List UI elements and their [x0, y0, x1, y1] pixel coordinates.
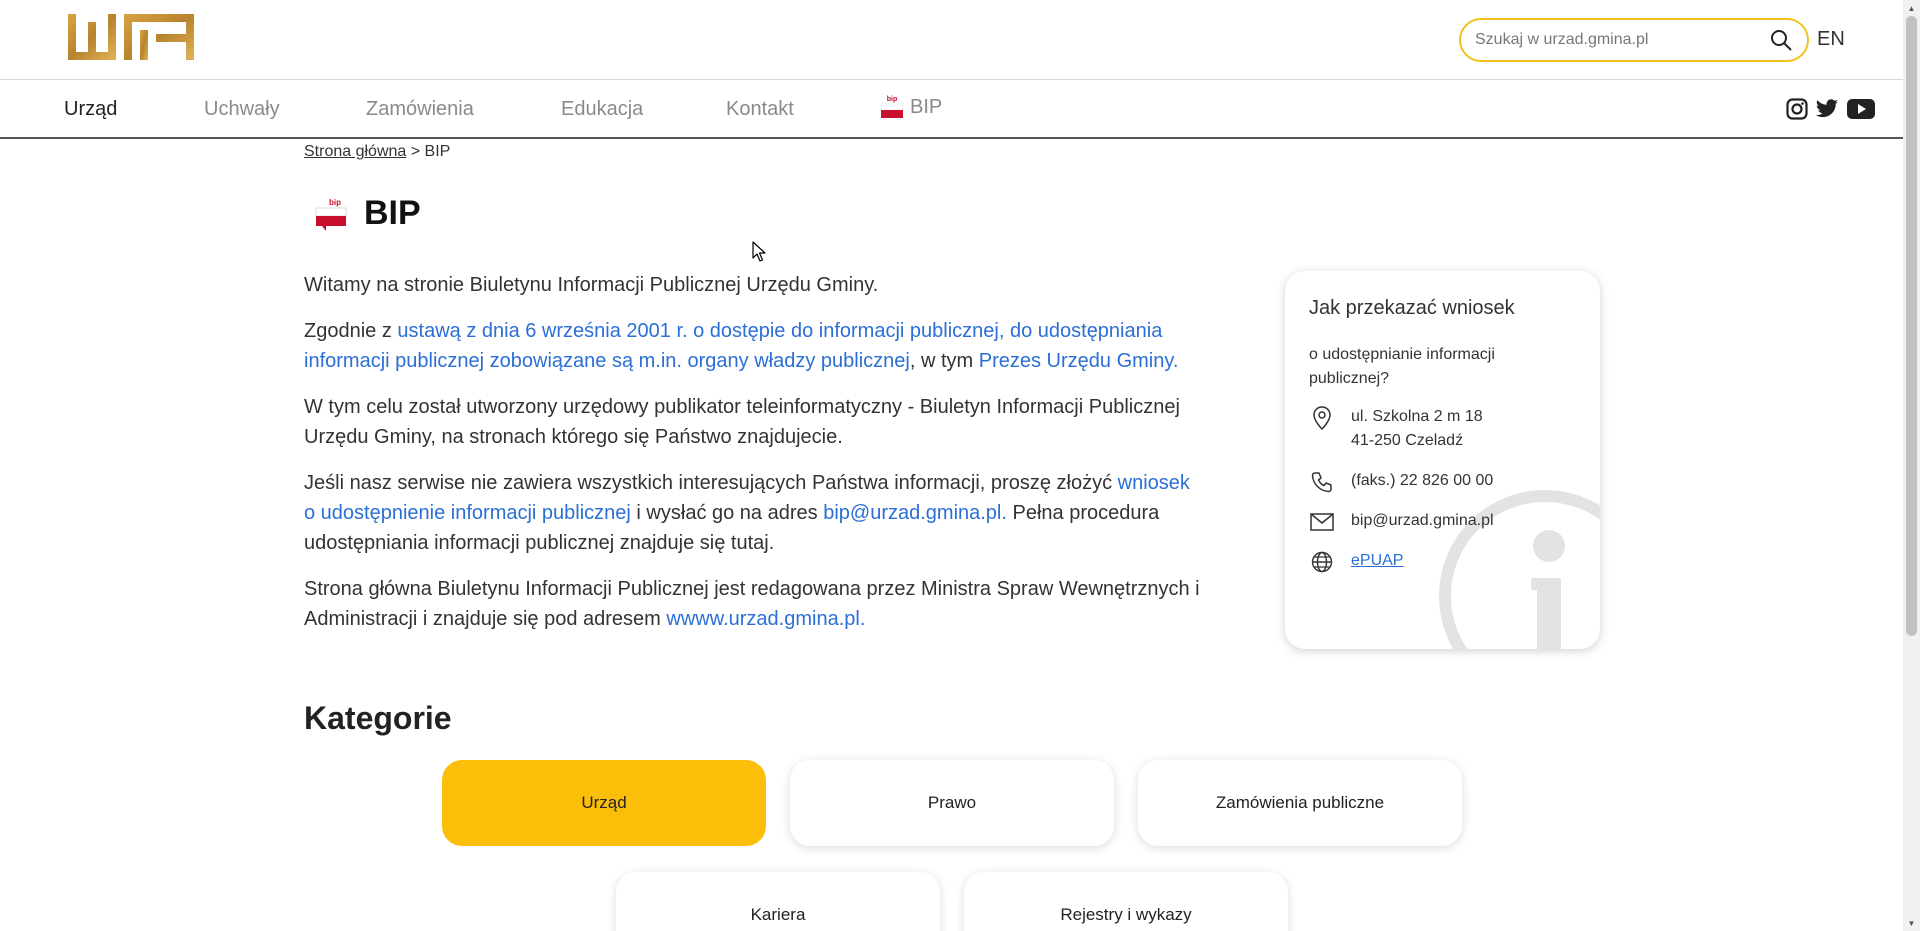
- youtube-icon[interactable]: [1846, 96, 1876, 122]
- search-box: [1459, 18, 1809, 62]
- site-logo[interactable]: [66, 12, 196, 62]
- page-header: bip BIP: [314, 194, 423, 233]
- phone-icon: [1309, 469, 1335, 495]
- epuap-row: ePUAP: [1309, 549, 1403, 575]
- mail-icon: [1309, 509, 1335, 535]
- search-icon[interactable]: [1767, 26, 1795, 54]
- intro-paragraph-1: Witamy na stronie Biuletynu Informacji P…: [304, 274, 879, 296]
- intro-paragraph-3: W tym celu został utworzony urzędowy pub…: [304, 396, 1180, 448]
- svg-text:bip: bip: [887, 96, 898, 103]
- intro-paragraph-2: Zgodnie z ustawą z dnia 6 września 2001 …: [304, 316, 1204, 376]
- top-header: EN: [0, 0, 1903, 80]
- address-line-2: 41-250 Czeladź: [1351, 432, 1464, 449]
- breadcrumb-separator: >: [410, 143, 421, 160]
- language-switch[interactable]: EN: [1817, 28, 1845, 51]
- location-pin-icon: [1309, 405, 1335, 431]
- intro-paragraph-4: Jeśli nasz serwise nie zawiera wszystkic…: [304, 468, 1204, 558]
- category-kariera[interactable]: Kariera: [616, 872, 940, 931]
- nav-item-label: BIP: [910, 95, 943, 118]
- card-title: Jak przekazać wniosek: [1309, 297, 1515, 319]
- scroll-down-icon[interactable]: ▼: [1906, 917, 1917, 929]
- globe-icon: [1309, 549, 1335, 575]
- nav-item-urzad[interactable]: Urząd: [64, 98, 117, 121]
- intro-paragraph-5: Strona główna Biuletynu Informacji Publi…: [304, 574, 1204, 634]
- website-link[interactable]: wwww.urzad.gmina.pl.: [666, 608, 865, 630]
- fax-row: (faks.) 22 826 00 00: [1309, 469, 1493, 495]
- email-link[interactable]: bip@urzad.gmina.pl.: [823, 502, 1007, 524]
- address-line-1: ul. Szkolna 2 m 18: [1351, 408, 1483, 425]
- category-zamowienia-publiczne[interactable]: Zamówienia publiczne: [1138, 760, 1462, 846]
- twitter-icon[interactable]: [1814, 96, 1840, 122]
- nav-item-uchwaly[interactable]: Uchwały: [204, 98, 280, 121]
- breadcrumb: Strona główna > BIP: [304, 143, 450, 161]
- category-urzad[interactable]: Urząd: [442, 760, 766, 846]
- bip-logo-icon: bip: [315, 198, 347, 231]
- card-subtitle: o udostępnianie informacji publicznej?: [1309, 346, 1495, 387]
- text-span: Zgodnie z: [304, 320, 398, 342]
- bip-flag-icon: bip: [880, 96, 904, 118]
- categories-title: Kategorie: [304, 700, 452, 736]
- category-rejestry[interactable]: Rejestry i wykazy: [964, 872, 1288, 931]
- mouse-cursor-icon: [752, 241, 766, 262]
- nav-item-edukacja[interactable]: Edukacja: [561, 98, 643, 121]
- instagram-icon[interactable]: [1784, 96, 1810, 122]
- nav-item-zamowienia[interactable]: Zamówienia: [366, 98, 474, 121]
- text-span: Jeśli nasz serwise nie zawiera wszystkic…: [304, 472, 1118, 494]
- request-info-card: Jak przekazać wniosek o udostępnianie in…: [1285, 271, 1600, 649]
- text-span: i wysłać go na adres: [630, 502, 824, 524]
- intro-text: Witamy na stronie Biuletynu Informacji P…: [304, 270, 1204, 650]
- text-span: , w tym: [909, 350, 979, 372]
- scroll-up-icon[interactable]: ▲: [1906, 2, 1917, 14]
- email-text[interactable]: bip@urzad.gmina.pl: [1351, 509, 1494, 533]
- scrollbar-thumb[interactable]: [1906, 16, 1917, 636]
- svg-text:bip: bip: [329, 198, 341, 207]
- breadcrumb-current: BIP: [424, 143, 451, 160]
- breadcrumb-home-link[interactable]: Strona główna: [304, 143, 406, 160]
- fax-text: (faks.) 22 826 00 00: [1351, 472, 1494, 489]
- search-input[interactable]: [1475, 31, 1767, 49]
- president-link[interactable]: Prezes Urzędu Gminy.: [979, 350, 1179, 372]
- page-title: BIP: [364, 194, 423, 232]
- main-nav: Urząd Uchwały Zamówienia Edukacja Kontak…: [0, 80, 1903, 139]
- nav-item-bip[interactable]: bip BIP: [880, 94, 942, 120]
- address-text: ul. Szkolna 2 m 18 41-250 Czeladź: [1351, 405, 1483, 453]
- email-row: bip@urzad.gmina.pl: [1309, 509, 1494, 535]
- category-prawo[interactable]: Prawo: [790, 760, 1114, 846]
- epuap-link[interactable]: ePUAP: [1351, 549, 1403, 573]
- address-row: ul. Szkolna 2 m 18 41-250 Czeladź: [1309, 405, 1483, 453]
- nav-item-kontakt[interactable]: Kontakt: [726, 98, 794, 121]
